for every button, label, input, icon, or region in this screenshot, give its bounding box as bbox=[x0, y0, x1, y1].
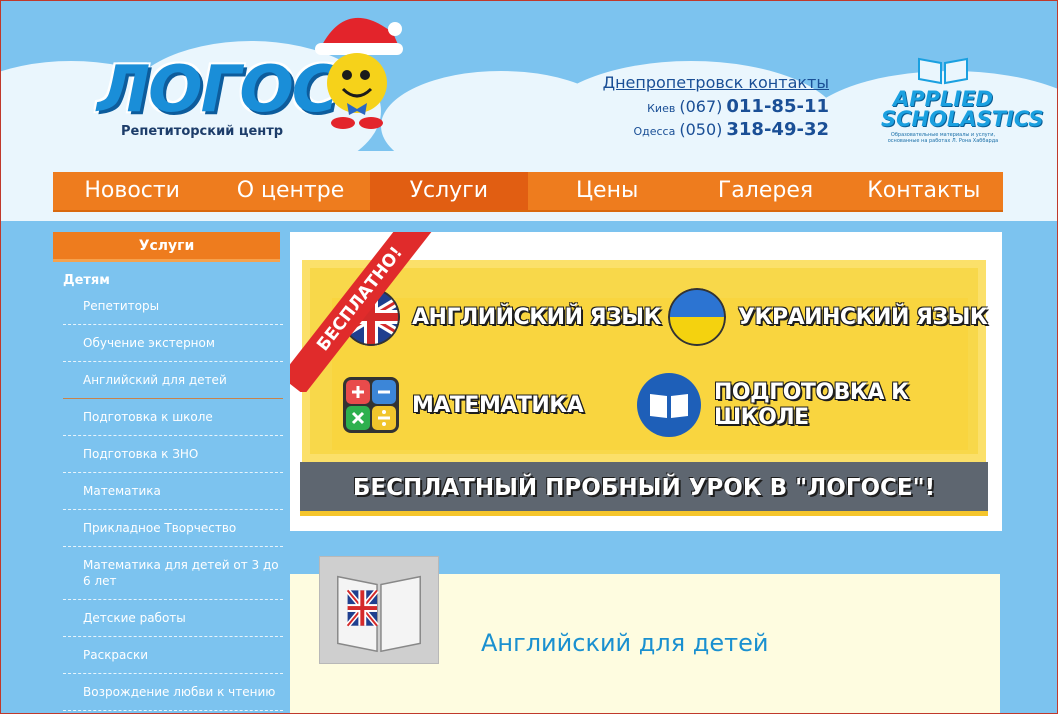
course-school-prep[interactable]: ПОДГОТОВКА К ШКОЛЕ bbox=[636, 372, 1002, 438]
sidebar-item-math[interactable]: Математика bbox=[63, 473, 283, 510]
free-lesson-bar[interactable]: БЕСПЛАТНЫЙ ПРОБНЫЙ УРОК В "ЛОГОСЕ"! bbox=[300, 462, 988, 516]
sidebar-item-english-kids[interactable]: Английский для детей bbox=[63, 362, 283, 399]
promo-banner[interactable]: АНГЛИЙСКИЙ ЯЗЫК УКРАИНСКИЙ ЯЗЫК МАТЕМАТИ… bbox=[290, 232, 1002, 531]
course-math-label: МАТЕМАТИКА bbox=[412, 392, 584, 418]
course-school-prep-label: ПОДГОТОВКА К ШКОЛЕ bbox=[714, 380, 909, 430]
header-contacts: Днепропетровск контакты Киев (067) 011-85-… bbox=[561, 73, 829, 140]
english-book-icon bbox=[319, 556, 439, 664]
city-contacts-link[interactable]: Днепропетровск контакты bbox=[561, 73, 829, 92]
sidebar-item-math-3-6[interactable]: Математика для детей от 3 до 6 лет bbox=[63, 547, 283, 600]
phone-row: Киев (067) 011-85-11 bbox=[561, 96, 829, 117]
sidebar-item-kids-works[interactable]: Детские работы bbox=[63, 600, 283, 637]
course-ukrainian-label: УКРАИНСКИЙ ЯЗЫК bbox=[738, 304, 988, 330]
open-book-icon bbox=[918, 57, 968, 85]
page: ЛОГОС Репетиторский центр Днепропетровск… bbox=[1, 1, 1057, 713]
phone-row: Одесса (050) 318-49-32 bbox=[561, 119, 829, 140]
sidebar-category[interactable]: Детям bbox=[63, 273, 110, 288]
book-icon bbox=[637, 373, 701, 437]
nav-item-gallery[interactable]: Галерея bbox=[686, 172, 844, 210]
partner-logo-line1: APPLIED bbox=[892, 87, 993, 111]
nav-item-about[interactable]: О центре bbox=[211, 172, 369, 210]
sidebar-title: Услуги bbox=[53, 232, 280, 262]
site-logo[interactable]: ЛОГОС bbox=[97, 53, 339, 127]
partner-caption: Образовательные материалы и услуги, осно… bbox=[887, 132, 999, 144]
main-nav: Новости О центре Услуги Цены Галерея Кон… bbox=[53, 172, 1003, 212]
nav-item-prices[interactable]: Цены bbox=[528, 172, 686, 210]
page-title: Английский для детей bbox=[481, 629, 769, 657]
phone-code: (067) bbox=[679, 97, 723, 116]
nav-item-news[interactable]: Новости bbox=[53, 172, 211, 210]
partner-logo[interactable]: APPLIED SCHOLASTICS Образовательные мате… bbox=[881, 53, 1044, 144]
phone-city: Одесса bbox=[633, 125, 676, 138]
sidebar-item-zno-prep[interactable]: Подготовка к ЗНО bbox=[63, 436, 283, 473]
phone-city: Киев bbox=[647, 102, 676, 115]
mascot-icon bbox=[315, 17, 403, 129]
nav-item-contacts[interactable]: Контакты bbox=[845, 172, 1003, 210]
free-ribbon-label: БЕСПЛАТНО! bbox=[290, 232, 440, 392]
partner-logo-line2: SCHOLASTICS bbox=[881, 107, 1044, 131]
sidebar-item-applied-art[interactable]: Прикладное Творчество bbox=[63, 510, 283, 547]
phone-number[interactable]: 011-85-11 bbox=[726, 96, 829, 117]
nav-item-services[interactable]: Услуги bbox=[369, 172, 528, 210]
sidebar-item-school-prep[interactable]: Подготовка к школе bbox=[63, 399, 283, 436]
free-ribbon: БЕСПЛАТНО! bbox=[290, 232, 450, 392]
logo-subtitle: Репетиторский центр bbox=[121, 124, 284, 139]
sidebar-menu: Репетиторы Обучение экстерном Английский… bbox=[63, 288, 283, 711]
phone-code: (050) bbox=[679, 120, 723, 139]
sidebar-item-coloring[interactable]: Раскраски bbox=[63, 637, 283, 674]
course-ukrainian[interactable]: УКРАИНСКИЙ ЯЗЫК bbox=[668, 288, 988, 346]
ukraine-flag-icon bbox=[668, 288, 726, 346]
sidebar-item-reading[interactable]: Возрождение любви к чтению bbox=[63, 674, 283, 711]
sidebar-item-tutors[interactable]: Репетиторы bbox=[63, 288, 283, 325]
phone-number[interactable]: 318-49-32 bbox=[726, 119, 829, 140]
sidebar-item-external-study[interactable]: Обучение экстерном bbox=[63, 325, 283, 362]
